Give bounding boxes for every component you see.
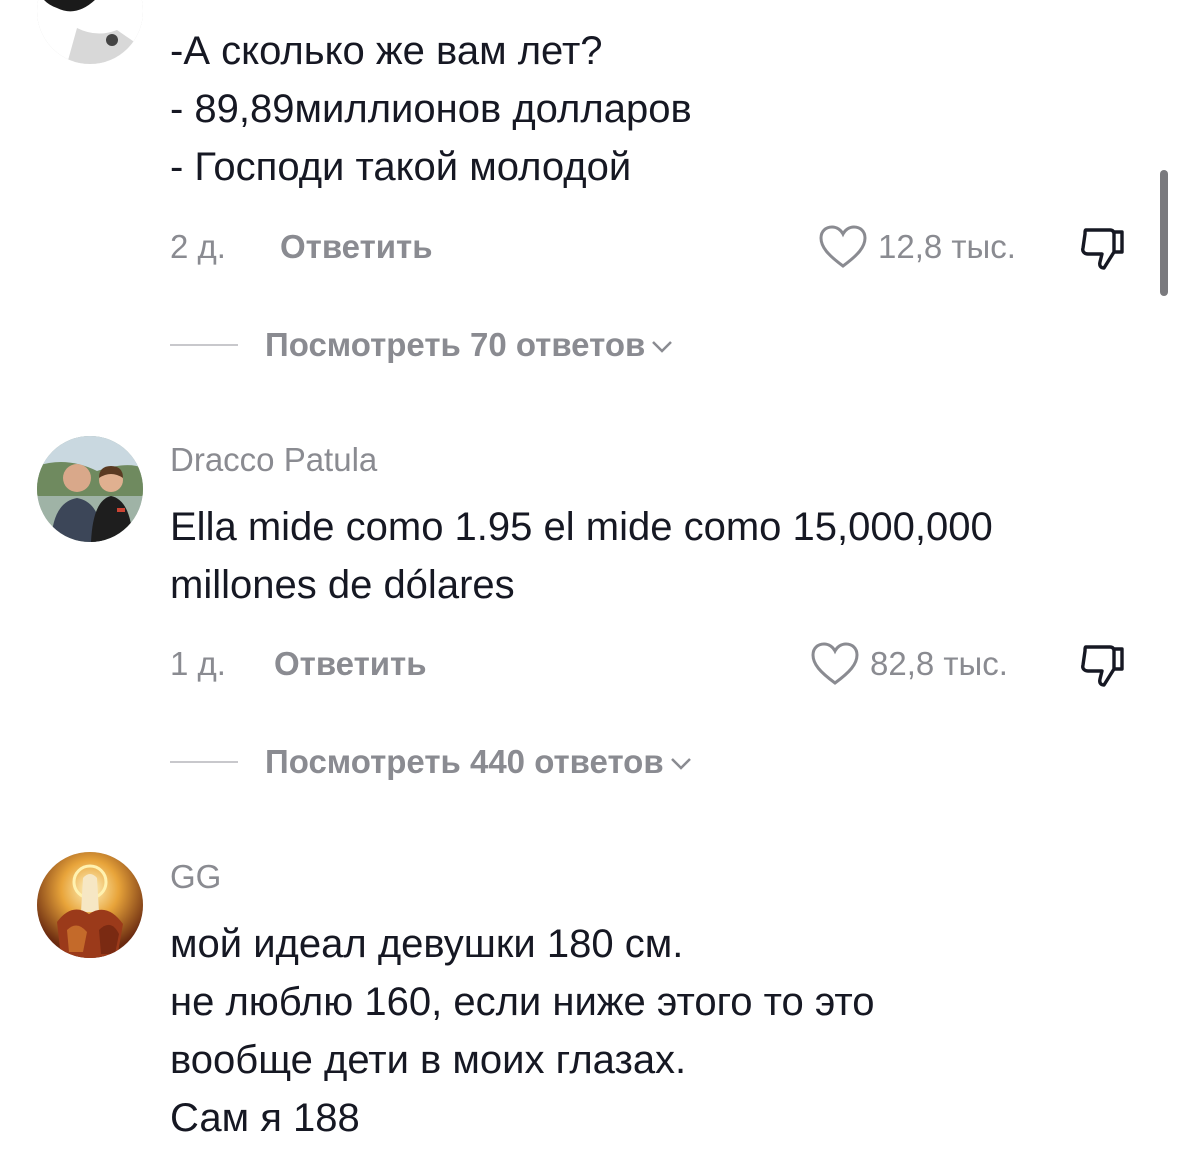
comment-line: не люблю 160, если ниже этого то это <box>170 980 875 1024</box>
username[interactable]: Dracco Patula <box>170 441 377 479</box>
reply-button[interactable]: Ответить <box>280 222 433 272</box>
comment-line: Сам я 188 <box>170 1096 360 1140</box>
thumbs-down-icon[interactable] <box>1078 224 1130 272</box>
comment-line: millones de dólares <box>170 563 515 607</box>
view-replies-label: Посмотреть 70 ответов <box>265 326 646 363</box>
heart-outline-icon <box>819 225 867 268</box>
comment-line: Ella mide como 1.95 el mide como 15,000,… <box>170 505 993 549</box>
reply-button[interactable]: Ответить <box>274 639 427 689</box>
comment-line: мой идеал девушки 180 см. <box>170 922 684 966</box>
comment-line: вообще дети в моих глазах. <box>170 1038 687 1082</box>
thumbs-down-icon[interactable] <box>1078 641 1130 689</box>
chevron-down-icon <box>652 341 673 353</box>
divider-line <box>170 761 238 763</box>
comment-text: Ella mide como 1.95 el mide como 15,000,… <box>170 498 1150 614</box>
avatar[interactable] <box>37 436 143 542</box>
comment-meta: 2 д. Ответить 12,8 тыс. <box>170 222 1140 272</box>
comment-time: 2 д. <box>170 228 226 265</box>
comment-text: мой идеал девушки 180 см. не люблю 160, … <box>170 915 1150 1147</box>
comment-line: - 89,89миллионов долларов <box>170 87 692 131</box>
like-count: 82,8 тыс. <box>870 645 1008 682</box>
like-count: 12,8 тыс. <box>878 228 1016 265</box>
username[interactable]: GG <box>170 858 221 896</box>
avatar[interactable] <box>37 852 143 958</box>
avatar[interactable] <box>37 0 143 64</box>
view-replies-button[interactable]: Посмотреть 440 ответов <box>170 737 692 787</box>
comment-line: -А сколько же вам лет? <box>170 29 603 73</box>
comment-line: - Господи такой молодой <box>170 145 632 189</box>
comment-meta: 1 д. Ответить 82,8 тыс. <box>170 639 1140 689</box>
view-replies-button[interactable]: Посмотреть 70 ответов <box>170 320 673 370</box>
scrollbar[interactable] <box>1160 170 1168 296</box>
view-replies-label: Посмотреть 440 ответов <box>265 743 664 780</box>
divider-line <box>170 344 238 346</box>
comment-text: -А сколько же вам лет? - 89,89миллионов … <box>170 22 1150 196</box>
comment-time: 1 д. <box>170 645 226 682</box>
heart-outline-icon <box>811 642 859 685</box>
like-button[interactable]: 82,8 тыс. <box>810 639 1008 689</box>
chevron-down-icon <box>670 758 691 770</box>
like-button[interactable]: 12,8 тыс. <box>818 222 1016 272</box>
